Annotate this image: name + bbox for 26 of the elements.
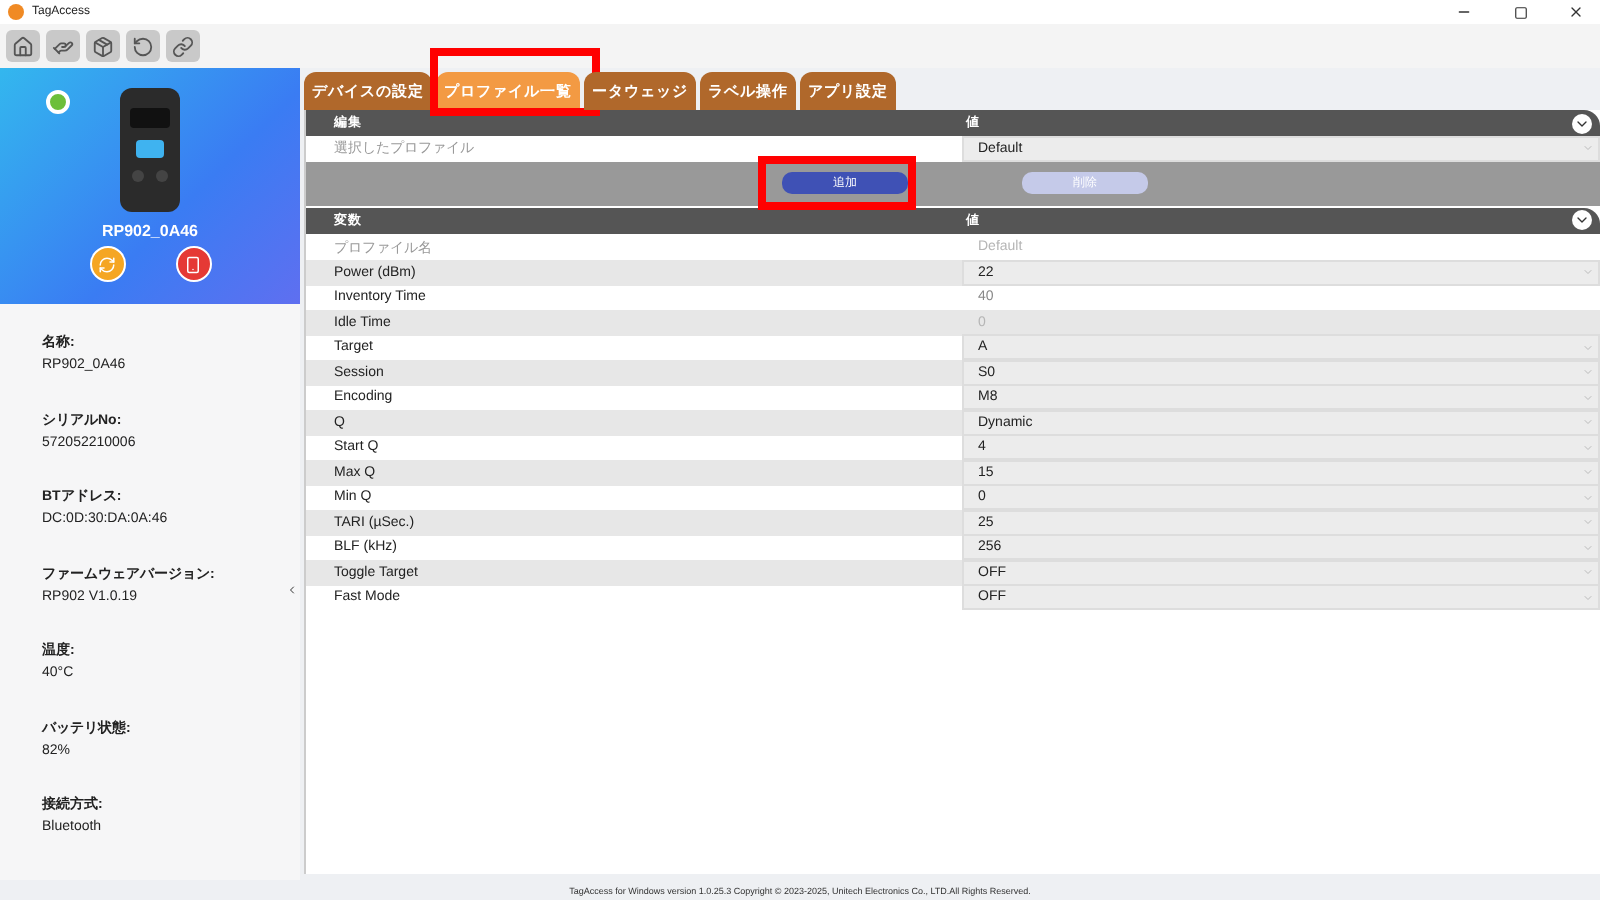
maximize-icon: [1513, 5, 1527, 19]
home-button[interactable]: [6, 30, 40, 62]
sync-icon: [98, 255, 116, 273]
scanner-device-drawing: [116, 84, 184, 216]
hand-icon: [52, 35, 74, 57]
box-button[interactable]: [86, 30, 120, 62]
home-icon: [12, 35, 34, 57]
chevron-down-icon: [1574, 212, 1590, 228]
box-icon: [92, 35, 114, 57]
device-button[interactable]: [175, 246, 211, 282]
collapse-button[interactable]: [286, 580, 298, 600]
hand-button[interactable]: [46, 30, 80, 62]
caret-icon: [1582, 142, 1594, 155]
link-icon: [172, 35, 194, 57]
link-button[interactable]: [166, 30, 200, 62]
sync-button[interactable]: [89, 246, 125, 282]
rotate-button[interactable]: [126, 30, 160, 62]
caret-icon: [1582, 266, 1594, 279]
collapse-toggle[interactable]: [1572, 113, 1592, 133]
phone-icon: [184, 255, 202, 273]
collapse-toggle[interactable]: [1572, 210, 1592, 230]
app-logo-icon: [8, 4, 24, 20]
device-name: RP902_0A46: [101, 222, 199, 240]
close-icon: [1568, 4, 1584, 20]
chevron-left-icon: [286, 582, 298, 598]
rotate-icon: [132, 35, 154, 57]
